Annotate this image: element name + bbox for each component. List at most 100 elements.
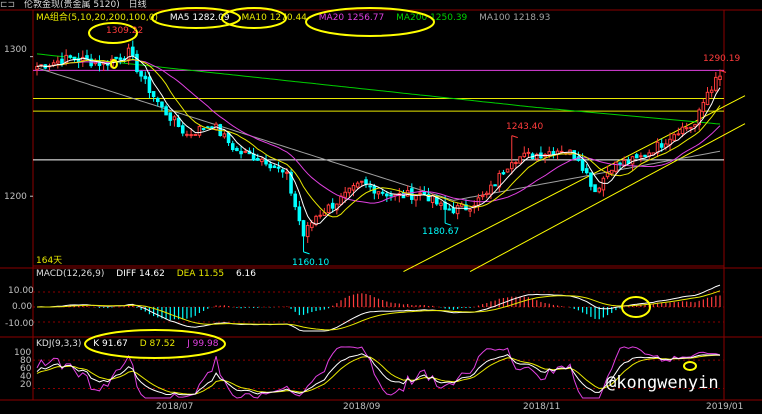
candle-body	[676, 133, 681, 136]
candle-body	[618, 162, 622, 165]
candle-body	[310, 222, 314, 228]
candle-body	[280, 169, 285, 173]
annotation-1290-19: 1290.19	[703, 54, 741, 64]
candle-body	[597, 187, 602, 193]
candle-body	[176, 117, 181, 128]
candle-body	[355, 182, 360, 188]
candle-body	[659, 143, 664, 148]
candle-body	[518, 156, 522, 164]
candle-body	[614, 161, 618, 172]
candle-body	[201, 128, 206, 131]
candle-body	[509, 162, 514, 170]
candle-body	[580, 158, 585, 171]
candle-body	[684, 127, 689, 130]
annotation-marker-1	[303, 251, 310, 255]
candle-body	[680, 126, 685, 135]
candle-body	[272, 165, 277, 168]
candle-body	[609, 169, 614, 174]
candle-body	[222, 133, 227, 138]
candle-body	[51, 62, 56, 66]
highlight-ellipse-peak-dot	[110, 59, 118, 69]
price-tick-1300: 1300	[4, 45, 27, 55]
annotation-1160-10: 1160.10	[292, 258, 330, 268]
bar-count-label: 164天	[36, 256, 63, 266]
candle-body	[526, 151, 531, 154]
candle-body	[714, 76, 718, 91]
candle-body	[230, 143, 235, 150]
candle-body	[114, 56, 118, 59]
date-tick-2018-07: 2018/07	[156, 402, 194, 412]
watermark: @kongwenyin	[606, 373, 719, 393]
macd-tick-neg10: -10.00	[5, 319, 35, 329]
macd-tick-0: 0.00	[12, 302, 33, 312]
candle-body	[455, 205, 460, 215]
macd-tick-10: 10.00	[8, 286, 34, 296]
candle-body	[389, 194, 393, 197]
candle-body	[514, 162, 518, 165]
candle-body	[68, 55, 73, 58]
candle-body	[501, 172, 506, 175]
candle-body	[705, 91, 710, 106]
candle-body	[168, 112, 173, 121]
candle-body	[318, 214, 322, 217]
candle-body	[709, 89, 714, 93]
candle-body	[505, 168, 510, 173]
candle-body	[326, 204, 331, 214]
highlight-ellipse-macd-cross	[621, 296, 651, 318]
candle-body	[193, 133, 198, 136]
candle-body	[380, 191, 385, 194]
candle-body	[293, 193, 297, 208]
highlight-ellipse-kdj-legend	[84, 329, 226, 359]
candle-body	[468, 209, 472, 212]
highlight-ellipse-ma10	[221, 7, 287, 29]
candle-body	[251, 153, 256, 161]
candle-body	[701, 101, 706, 113]
candle-body	[672, 134, 676, 141]
candle-body	[226, 132, 231, 144]
candle-body	[239, 150, 243, 155]
candle-body	[447, 208, 452, 211]
candle-body	[260, 158, 264, 163]
candle-body	[235, 147, 239, 152]
candle-body	[180, 125, 185, 134]
candle-body	[155, 97, 160, 103]
candle-body	[330, 202, 335, 209]
candle-body	[601, 177, 606, 191]
price-tick-1200: 1200	[4, 192, 27, 202]
candle-body	[56, 60, 60, 64]
kdj-tick-20: 20	[20, 380, 32, 390]
macd-dea-line	[37, 290, 721, 331]
date-tick-2018-11: 2018/11	[523, 402, 561, 412]
candle-body	[484, 192, 489, 196]
chart-svg[interactable]	[0, 0, 762, 414]
candle-body	[376, 191, 381, 195]
ma100-line	[36, 67, 721, 201]
candle-body	[584, 168, 589, 174]
highlight-ellipse-ma5	[151, 7, 241, 29]
annotation-1243-40: 1243.40	[506, 122, 544, 132]
candle-body	[639, 155, 643, 158]
candle-body	[297, 206, 302, 222]
candle-body	[160, 101, 164, 108]
candle-body	[718, 75, 722, 80]
candle-body	[268, 163, 273, 169]
candle-body	[630, 156, 635, 165]
annotation-1180-67: 1180.67	[422, 227, 460, 237]
candle-body	[418, 192, 422, 195]
candle-body	[255, 158, 260, 161]
candle-body	[139, 71, 143, 77]
candle-body	[493, 184, 497, 187]
candle-body	[35, 66, 39, 70]
candle-body	[589, 172, 593, 187]
candle-body	[305, 224, 310, 238]
candle-body	[164, 106, 168, 116]
candle-body	[151, 91, 156, 98]
candle-body	[414, 195, 418, 201]
candle-body	[368, 185, 372, 188]
ma200-line	[36, 53, 721, 125]
candle-body	[593, 184, 597, 193]
candle-body	[451, 207, 456, 214]
candle-body	[276, 166, 281, 169]
candle-body	[634, 154, 639, 159]
annotation-marker-3	[511, 135, 518, 139]
